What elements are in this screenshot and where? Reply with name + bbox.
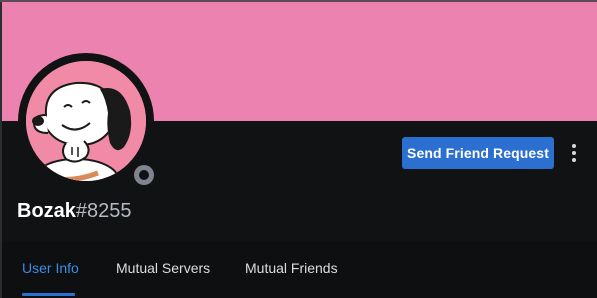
username: Bozak [17, 200, 76, 222]
discriminator: #8255 [75, 200, 132, 222]
user-tag: Bozak#8255 [17, 198, 132, 224]
offline-status-icon [134, 165, 154, 185]
user-profile-card: Send Friend Request Bozak#8255 User Info… [0, 0, 597, 298]
status-indicator [128, 159, 160, 191]
more-dot [572, 158, 576, 162]
more-dot [572, 144, 576, 148]
profile-tabs: User Info Mutual Servers Mutual Friends [2, 241, 597, 298]
active-tab-indicator [22, 293, 75, 296]
more-dot [572, 151, 576, 155]
tab-user-info[interactable]: User Info [22, 260, 79, 276]
send-friend-request-button[interactable]: Send Friend Request [402, 137, 554, 169]
banner-top-edge [0, 0, 597, 2]
snoopy-avatar-image [26, 61, 146, 181]
more-vertical-icon[interactable] [566, 141, 582, 165]
tab-mutual-friends[interactable]: Mutual Friends [245, 260, 338, 276]
tab-mutual-servers[interactable]: Mutual Servers [116, 260, 210, 276]
avatar [26, 61, 146, 181]
avatar-container[interactable] [18, 53, 160, 191]
